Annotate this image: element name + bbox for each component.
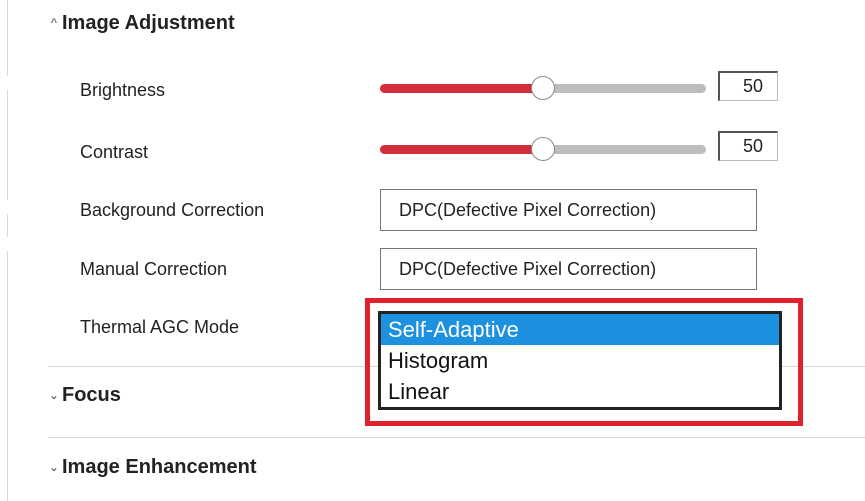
thermal-agc-mode-label: Thermal AGC Mode (80, 317, 240, 337)
contrast-slider[interactable] (380, 137, 706, 161)
slider-fill (380, 145, 543, 154)
dropdown-option-histogram[interactable]: Histogram (381, 345, 779, 376)
brightness-slider[interactable] (380, 76, 706, 100)
background-correction-label: Background Correction (80, 200, 265, 220)
background-correction-select[interactable]: DPC(Defective Pixel Correction) (380, 189, 757, 231)
contrast-label: Contrast (80, 142, 149, 162)
section-title: Image Enhancement (62, 456, 257, 478)
thermal-agc-mode-dropdown[interactable]: Self-Adaptive Histogram Linear (378, 311, 782, 410)
panel-left-border-gap (7, 237, 8, 251)
dropdown-option-self-adaptive[interactable]: Self-Adaptive (381, 314, 779, 345)
brightness-label: Brightness (80, 80, 166, 100)
panel-left-border-gap (7, 76, 8, 90)
slider-fill (380, 84, 543, 93)
section-divider (48, 437, 865, 438)
brightness-value-input[interactable]: 50 (718, 71, 778, 101)
chevron-down-icon: ⌄ (49, 462, 59, 474)
contrast-value-input[interactable]: 50 (718, 131, 778, 161)
section-image-adjustment-header[interactable]: ^ Image Adjustment (48, 12, 235, 35)
slider-thumb[interactable] (531, 76, 555, 100)
chevron-up-icon: ^ (50, 16, 58, 29)
manual-correction-label: Manual Correction (80, 259, 228, 279)
dropdown-option-linear[interactable]: Linear (381, 376, 779, 407)
section-title: Image Adjustment (62, 12, 235, 34)
section-title: Focus (62, 384, 121, 406)
section-image-enhancement-header[interactable]: ⌄ Image Enhancement (48, 456, 257, 479)
section-focus-header[interactable]: ⌄ Focus (48, 384, 121, 407)
slider-thumb[interactable] (531, 137, 555, 161)
chevron-down-icon: ⌄ (49, 390, 59, 402)
manual-correction-select[interactable]: DPC(Defective Pixel Correction) (380, 248, 757, 290)
panel-left-border-gap (7, 200, 8, 214)
